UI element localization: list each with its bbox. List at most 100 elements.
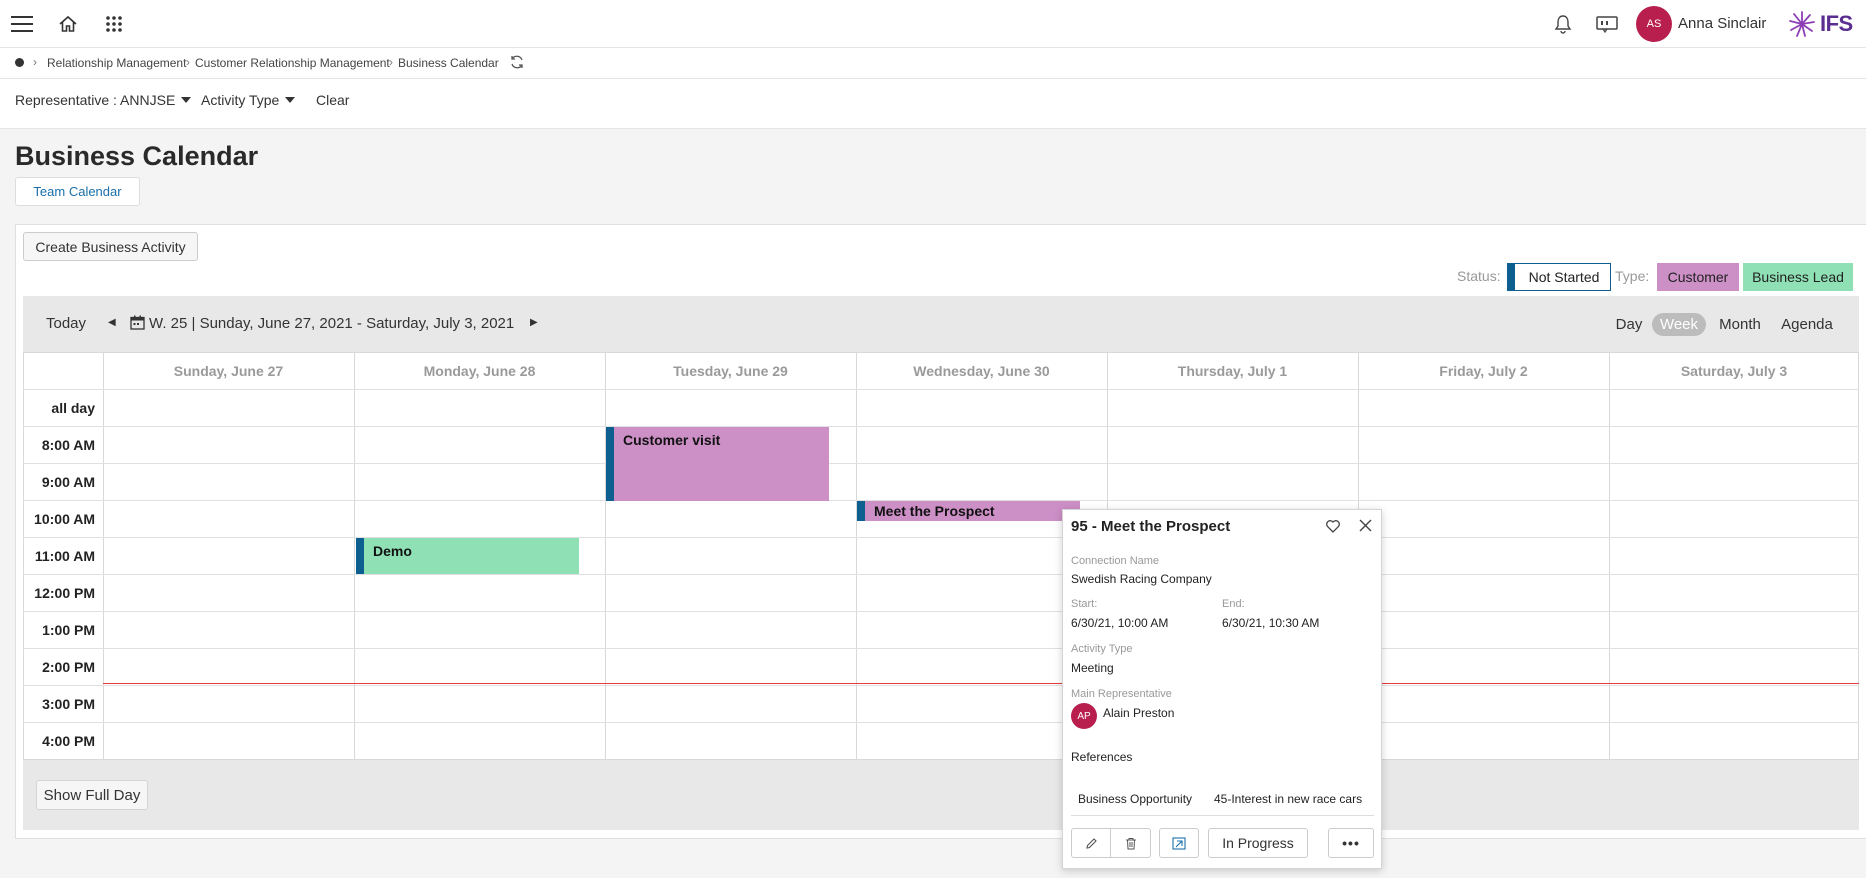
page-title: Business Calendar — [15, 141, 259, 171]
bell-icon[interactable] — [1553, 13, 1573, 35]
create-business-activity-button[interactable]: Create Business Activity — [23, 232, 198, 261]
row-label: 2:00 PM — [42, 659, 95, 675]
next-week-icon[interactable]: ▶ — [530, 317, 538, 328]
references-divider — [1071, 815, 1374, 816]
day-header[interactable]: Sunday, June 27 — [103, 352, 354, 389]
apps-grid-icon[interactable] — [104, 14, 124, 34]
grid-line — [23, 648, 1859, 649]
reference-type: Business Opportunity — [1078, 792, 1193, 806]
row-label: 9:00 AM — [41, 474, 95, 490]
delete-button[interactable] — [1111, 828, 1151, 858]
breadcrumb-root-icon[interactable] — [15, 58, 24, 67]
row-label: 4:00 PM — [42, 733, 95, 749]
chevron-right-icon: › — [186, 55, 190, 69]
today-button[interactable]: Today — [46, 315, 86, 332]
type-legend-label: Type: — [1615, 268, 1650, 284]
refresh-icon[interactable] — [509, 54, 525, 70]
edit-button[interactable] — [1071, 828, 1111, 858]
grid-line — [23, 722, 1859, 723]
caret-down-icon — [285, 97, 296, 103]
grid-line — [1609, 352, 1610, 760]
breadcrumb-item: Business Calendar — [398, 56, 499, 70]
view-day-button[interactable]: Day — [1609, 313, 1649, 336]
chat-icon[interactable] — [1594, 13, 1620, 35]
trash-icon — [1125, 837, 1136, 849]
caret-down-icon — [181, 97, 192, 103]
prev-week-icon[interactable]: ◀ — [108, 317, 116, 328]
row-label: 8:00 AM — [41, 437, 95, 453]
activity-type-filter[interactable]: Activity Type — [201, 92, 296, 108]
row-label: 10:00 AM — [34, 511, 95, 527]
grid-line — [856, 352, 857, 760]
representative-filter-label: Representative : ANNJSE — [15, 92, 176, 108]
event-customer-visit[interactable]: Customer visit — [606, 427, 829, 501]
status-bar-marker — [1508, 264, 1515, 290]
grid-line — [23, 463, 1859, 464]
ifs-logo-text: IFS — [1820, 11, 1853, 36]
day-header[interactable]: Tuesday, June 29 — [605, 352, 856, 389]
ifs-logo: IFS — [1788, 6, 1854, 42]
representative-filter[interactable]: Representative : ANNJSE — [15, 92, 192, 108]
event-title: Demo — [373, 543, 412, 559]
close-icon[interactable] — [1358, 518, 1373, 533]
team-calendar-button[interactable]: Team Calendar — [15, 177, 140, 206]
show-full-day-button[interactable]: Show Full Day — [36, 780, 148, 810]
not-started-label: Not Started — [1528, 269, 1600, 285]
grid-line — [354, 352, 355, 760]
menu-icon[interactable] — [10, 13, 34, 35]
representative-avatar[interactable]: AP — [1071, 703, 1097, 729]
grid-line — [23, 389, 1859, 390]
home-icon[interactable] — [57, 13, 79, 35]
status-in-progress-button[interactable]: In Progress — [1208, 828, 1308, 858]
activity-type-label: Activity Type — [1071, 643, 1133, 655]
connection-name-label: Connection Name — [1071, 555, 1160, 567]
chevron-right-icon: › — [389, 55, 393, 69]
status-not-started-chip: Not Started — [1507, 263, 1611, 291]
event-title: Customer visit — [623, 432, 721, 448]
grid-line — [605, 352, 606, 760]
grid-line — [23, 537, 1859, 538]
view-month-button[interactable]: Month — [1710, 313, 1770, 336]
breadcrumb: › Relationship Management › Customer Rel… — [0, 48, 1866, 79]
day-header[interactable]: Monday, June 28 — [354, 352, 605, 389]
row-label: 3:00 PM — [42, 696, 95, 712]
breadcrumb-item[interactable]: Relationship Management — [47, 56, 186, 70]
connection-name-value: Swedish Racing Company — [1071, 572, 1212, 586]
day-header[interactable]: Friday, July 2 — [1358, 352, 1609, 389]
row-label: 12:00 PM — [34, 585, 95, 601]
clear-filters-button[interactable]: Clear — [316, 92, 349, 108]
day-header[interactable]: Thursday, July 1 — [1107, 352, 1358, 389]
date-range-label[interactable]: W. 25 | Sunday, June 27, 2021 - Saturday… — [149, 315, 514, 332]
user-avatar[interactable]: AS — [1636, 6, 1672, 42]
row-label: 11:00 AM — [34, 548, 95, 564]
more-options-button[interactable]: ••• — [1328, 828, 1374, 858]
calendar-footer — [23, 760, 1859, 830]
status-legend-label: Status: — [1457, 268, 1501, 284]
filter-bar: Representative : ANNJSE Activity Type Cl… — [0, 79, 1866, 129]
event-status-bar — [857, 501, 865, 521]
type-business-lead-chip: Business Lead — [1743, 263, 1853, 291]
breadcrumb-item[interactable]: Customer Relationship Management — [195, 56, 390, 70]
day-header[interactable]: Wednesday, June 30 — [856, 352, 1107, 389]
grid-line — [23, 574, 1859, 575]
open-details-button[interactable] — [1159, 828, 1199, 858]
ifs-logo-icon — [1789, 11, 1815, 37]
event-status-bar — [356, 538, 364, 574]
pencil-icon — [1085, 837, 1097, 849]
view-agenda-button[interactable]: Agenda — [1773, 313, 1841, 336]
user-name[interactable]: Anna Sinclair — [1678, 15, 1766, 32]
popup-title: 95 - Meet the Prospect — [1071, 518, 1231, 535]
favorite-heart-icon[interactable] — [1325, 518, 1341, 534]
calendar-icon[interactable] — [130, 315, 145, 330]
event-demo[interactable]: Demo — [356, 538, 579, 574]
representative-name[interactable]: Alain Preston — [1103, 706, 1174, 720]
main-representative-label: Main Representative — [1071, 688, 1172, 700]
day-header[interactable]: Saturday, July 3 — [1609, 352, 1859, 389]
event-status-bar — [606, 427, 614, 501]
ellipsis-icon: ••• — [1342, 835, 1360, 851]
event-meet-the-prospect[interactable]: Meet the Prospect — [857, 501, 1080, 521]
view-week-button[interactable]: Week — [1652, 313, 1706, 336]
reference-value[interactable]: 45-Interest in new race cars — [1214, 792, 1362, 806]
event-title: Meet the Prospect — [874, 503, 995, 519]
grid-line — [23, 685, 1859, 686]
